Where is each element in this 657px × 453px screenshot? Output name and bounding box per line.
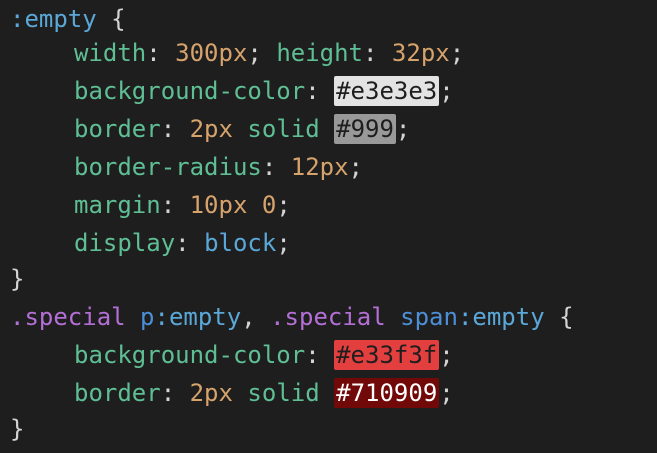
value-300px: 300px [175,39,248,67]
semicolon: ; [439,379,454,407]
prop-height: height [276,39,364,67]
code-editor: :empty { width: 300px; height: 32px; bac… [0,0,657,453]
open-brace: { [544,303,574,331]
semicolon: ; [276,229,291,257]
code-line-12: } [10,412,24,446]
code-line-9: .special p:empty, .special span:empty { [10,300,574,334]
colon: : [160,115,190,143]
prop-width: width [74,39,147,67]
code-line-10: background-color: #e33f3f; [10,338,454,372]
code-line-6: margin: 10px 0; [10,188,291,222]
prop-margin: margin [74,191,161,219]
selector-special: .special [270,303,386,331]
colon: : [175,229,205,257]
code-line-4: border: 2px solid #999; [10,112,410,146]
comma: , [241,303,271,331]
selector-empty: :empty [10,5,97,33]
colon: : [261,153,291,181]
code-line-2: width: 300px; height: 32px; [10,36,464,70]
colon: : [146,39,176,67]
selector-empty: :empty [457,303,545,331]
colon: : [160,191,190,219]
value-12px: 12px [290,153,349,181]
prop-display: display [74,229,176,257]
color-swatch-999: #999 [334,114,396,144]
value-solid: solid [247,115,320,143]
selector-special: .special [10,303,126,331]
open-brace: { [96,5,126,33]
colon: : [305,77,335,105]
color-swatch-e3e3e3: #e3e3e3 [334,76,440,106]
code-line-3: background-color: #e3e3e3; [10,74,454,108]
value-32px: 32px [391,39,450,67]
value-0: 0 [261,191,277,219]
selector-empty: :empty [154,303,242,331]
semicolon: ; [395,115,411,143]
semicolon: ; [439,77,454,105]
code-line-1: :empty { [10,2,126,36]
semicolon: ; [449,39,465,67]
semicolon: ; [348,153,363,181]
semicolon: ; [247,39,277,67]
value-10px: 10px [189,191,248,219]
colon: : [363,39,392,67]
semicolon: ; [439,341,454,369]
colon: : [160,379,190,407]
code-line-7: display: block; [10,226,291,260]
close-brace: } [10,415,25,443]
selector-span: span [400,303,458,331]
colon: : [305,341,335,369]
code-line-5: border-radius: 12px; [10,150,363,184]
value-solid: solid [247,379,320,407]
value-block: block [204,229,277,257]
value-2px: 2px [189,379,233,407]
prop-border: border [74,379,161,407]
prop-border-radius: border-radius [74,153,262,181]
prop-background-color: background-color [74,341,306,369]
prop-background-color: background-color [74,77,306,105]
close-brace: } [10,265,25,293]
code-line-11: border: 2px solid #710909; [10,376,454,410]
color-swatch-e33f3f: #e33f3f [334,340,440,370]
value-2px: 2px [189,115,233,143]
code-line-8: } [10,262,24,296]
prop-border: border [74,115,161,143]
semicolon: ; [276,191,291,219]
color-swatch-710909: #710909 [334,378,440,408]
selector-p: p [140,303,155,331]
